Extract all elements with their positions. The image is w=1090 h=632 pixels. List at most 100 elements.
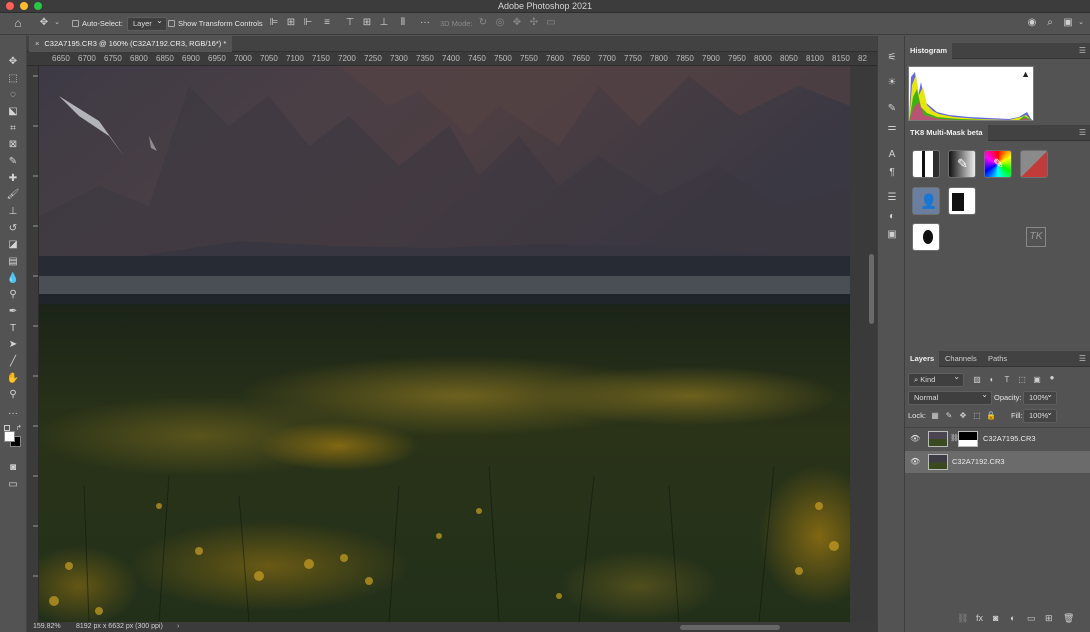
path-selection-tool-icon[interactable]: ➤: [5, 338, 21, 352]
align-center-icon[interactable]: ⊞: [285, 16, 297, 30]
edit-toolbar-icon[interactable]: ···: [5, 407, 21, 421]
horizontal-scroll-thumb[interactable]: [680, 625, 780, 630]
character-icon[interactable]: A: [885, 148, 899, 162]
hand-tool-icon[interactable]: ✋: [5, 372, 21, 386]
panel-menu-icon[interactable]: ☰: [1079, 46, 1086, 55]
align-right-icon[interactable]: ⊩: [302, 16, 314, 30]
channels-tab[interactable]: Channels: [945, 351, 977, 367]
libraries-icon[interactable]: ⚟: [885, 51, 899, 65]
move-tool-preset-icon[interactable]: ✥: [36, 16, 52, 30]
frame-tool-icon[interactable]: ⊠: [5, 138, 21, 152]
filter-pixel-icon[interactable]: ▨: [972, 373, 982, 387]
filter-smart-object-icon[interactable]: ▣: [1032, 373, 1042, 387]
healing-brush-tool-icon[interactable]: ✚: [5, 172, 21, 186]
lock-image-icon[interactable]: ✎: [944, 409, 954, 423]
lock-transparent-icon[interactable]: ▦: [930, 409, 940, 423]
align-left-icon[interactable]: ⊫: [268, 16, 280, 30]
panel-menu-icon[interactable]: ☰: [1079, 128, 1086, 137]
blend-mode-select[interactable]: Normal: [908, 389, 992, 405]
more-options-icon[interactable]: ···: [419, 16, 431, 30]
search-icon[interactable]: ⌕: [1044, 16, 1056, 30]
tk8-zone-mask-button[interactable]: [1020, 150, 1048, 178]
adjustments-sun-icon[interactable]: ☀: [885, 76, 899, 90]
document-tab[interactable]: × C32A7195.CR3 @ 160% (C32A7192.CR3, RGB/…: [29, 36, 233, 52]
actions-icon[interactable]: ▣: [885, 228, 899, 242]
lock-artboard-icon[interactable]: ⬚: [972, 409, 982, 423]
filter-shape-icon[interactable]: ⬚: [1017, 373, 1027, 387]
opacity-input[interactable]: 100%: [1023, 389, 1057, 405]
lock-all-icon[interactable]: 🔒: [986, 409, 996, 423]
visibility-eye-icon[interactable]: 👁: [910, 434, 920, 443]
layer-mask-thumbnail[interactable]: [958, 431, 978, 447]
align-middle-icon[interactable]: ⊞: [361, 16, 373, 30]
document-canvas[interactable]: [39, 66, 850, 622]
home-icon[interactable]: ⌂: [10, 16, 26, 30]
chevron-down-icon[interactable]: ⌄: [53, 16, 61, 30]
auto-select-target-select[interactable]: Layer: [127, 15, 167, 31]
zoom-level[interactable]: 159.82%: [33, 622, 61, 632]
object-selection-tool-icon[interactable]: ⬕: [5, 105, 21, 119]
swap-colors-icon[interactable]: ↱: [16, 424, 22, 432]
adjustment-layer-icon[interactable]: ◐: [1010, 613, 1015, 623]
paths-tab[interactable]: Paths: [988, 351, 1007, 367]
align-bottom-icon[interactable]: ⊥: [378, 16, 390, 30]
filter-adjustment-icon[interactable]: ◐: [987, 373, 997, 387]
auto-select-option[interactable]: Auto-Select:: [72, 17, 123, 31]
tk8-tab[interactable]: TK8 Multi-Mask beta: [905, 125, 988, 141]
color-swatches[interactable]: ↱: [4, 425, 24, 447]
zoom-tool-icon[interactable]: ⚲: [5, 388, 21, 402]
quick-mask-icon[interactable]: ◙: [5, 461, 21, 475]
tk8-dark-mask-button[interactable]: [948, 187, 976, 215]
panel-menu-icon[interactable]: ☰: [1079, 354, 1086, 363]
adjustments-icon[interactable]: ◐: [885, 210, 899, 224]
filter-type-icon[interactable]: T: [1002, 373, 1012, 387]
histogram-tab[interactable]: Histogram: [905, 43, 953, 59]
vertical-scroll-thumb[interactable]: [869, 254, 874, 324]
lasso-tool-icon[interactable]: ◌: [5, 88, 21, 102]
auto-select-checkbox[interactable]: [72, 20, 79, 27]
share-user-icon[interactable]: ◉: [1026, 16, 1038, 30]
eraser-tool-icon[interactable]: ◪: [5, 238, 21, 252]
crop-tool-icon[interactable]: ⌗: [5, 122, 21, 136]
filter-toggle-icon[interactable]: ●: [1047, 371, 1057, 385]
distribute-vertical-icon[interactable]: ≡: [321, 16, 333, 30]
pen-tool-icon[interactable]: ✒: [5, 305, 21, 319]
close-tab-icon[interactable]: ×: [35, 39, 39, 48]
fill-input[interactable]: 100%: [1023, 407, 1057, 423]
history-brush-tool-icon[interactable]: ↺: [5, 222, 21, 236]
align-top-icon[interactable]: ⊤: [344, 16, 356, 30]
move-tool-icon[interactable]: ✥: [5, 55, 21, 69]
transform-controls-option[interactable]: Show Transform Controls: [168, 17, 263, 31]
dodge-tool-icon[interactable]: ⚲: [5, 288, 21, 302]
link-layers-icon[interactable]: ⛓: [957, 613, 968, 624]
status-menu-icon[interactable]: ›: [177, 622, 179, 632]
clone-stamp-tool-icon[interactable]: ⊥: [5, 205, 21, 219]
visibility-eye-icon[interactable]: 👁: [910, 457, 920, 466]
layer-style-fx-icon[interactable]: fx: [976, 613, 983, 623]
paragraph-icon[interactable]: ¶: [885, 166, 899, 180]
layer-filter-kind-select[interactable]: ⌕ Kind: [908, 371, 964, 387]
foreground-color-swatch[interactable]: [4, 431, 15, 442]
workspace-icon[interactable]: ▣: [1062, 16, 1074, 30]
add-mask-icon[interactable]: ◙: [993, 613, 998, 623]
tk8-mask-picker-button[interactable]: ✎: [948, 150, 976, 178]
new-group-icon[interactable]: ▭: [1027, 613, 1036, 624]
screen-mode-icon[interactable]: ▭: [5, 478, 21, 492]
transform-controls-checkbox[interactable]: [168, 20, 175, 27]
properties-icon[interactable]: ☰: [885, 191, 899, 205]
tk8-luminosity-button[interactable]: [912, 150, 940, 178]
layer-name[interactable]: C32A7195.CR3: [983, 434, 1036, 443]
brush-settings-icon[interactable]: ✎: [885, 102, 899, 116]
distribute-horizontal-icon[interactable]: ⦀: [397, 16, 409, 30]
tool-presets-icon[interactable]: ⚌: [885, 121, 899, 135]
eyedropper-tool-icon[interactable]: ✎: [5, 155, 21, 169]
brush-tool-icon[interactable]: 🖌: [5, 188, 21, 202]
layers-tab[interactable]: Layers: [905, 351, 940, 367]
type-tool-icon[interactable]: T: [5, 322, 21, 336]
delete-layer-icon[interactable]: 🗑: [1063, 613, 1074, 624]
tk8-apply-mask-button[interactable]: [912, 223, 940, 251]
new-layer-icon[interactable]: ⊞: [1045, 613, 1053, 624]
tk8-person-mask-button[interactable]: 👤: [912, 187, 940, 215]
gradient-tool-icon[interactable]: ▤: [5, 255, 21, 269]
lock-position-icon[interactable]: ✥: [958, 409, 968, 423]
